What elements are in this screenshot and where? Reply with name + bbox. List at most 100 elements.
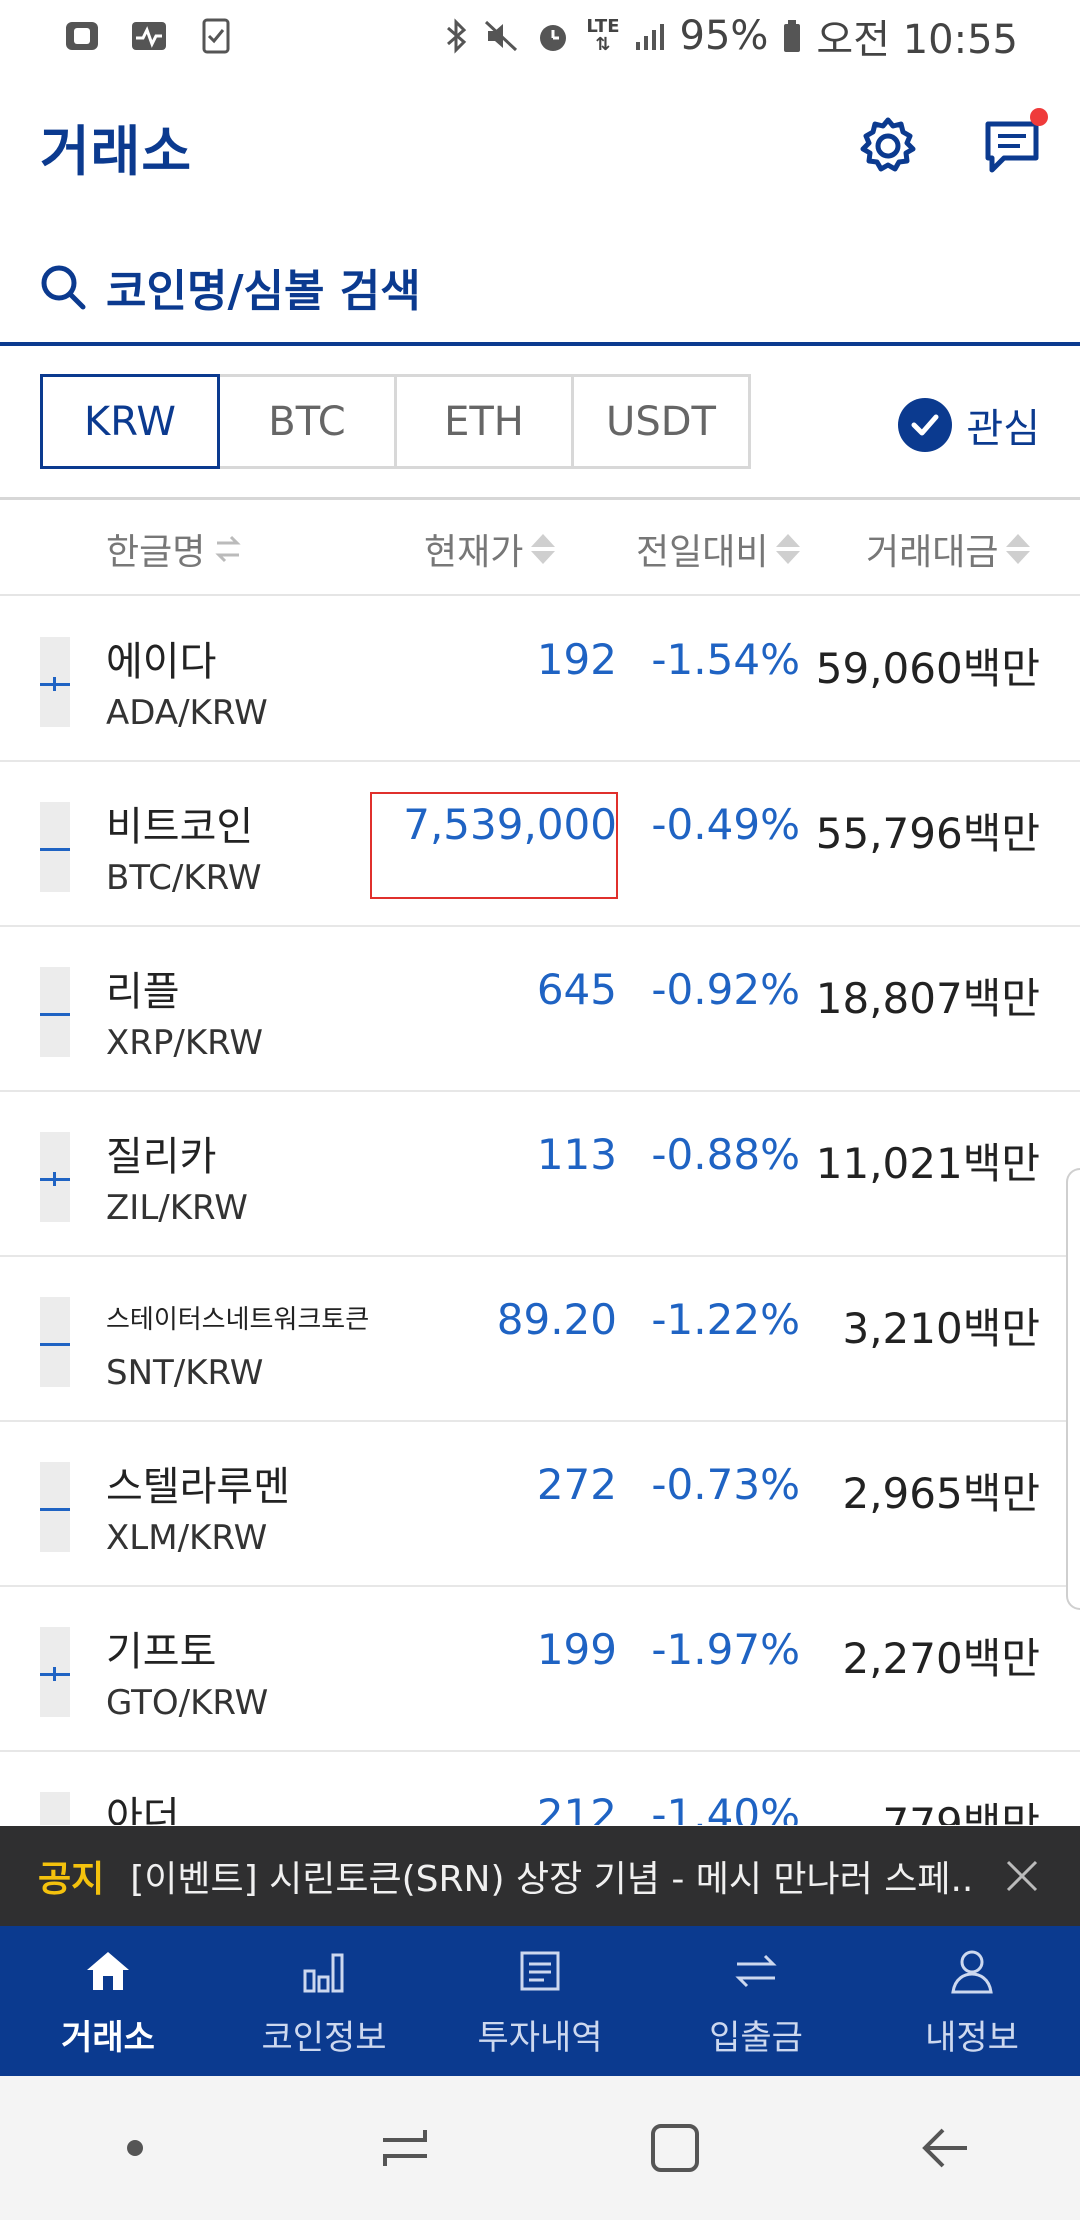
coin-volume: 779백만 <box>882 1799 1040 1825</box>
swap-sort-icon <box>215 535 241 563</box>
sort-by-change[interactable]: 전일대비 <box>636 502 801 596</box>
user-icon <box>945 1944 999 1998</box>
coin-change: -1.22% <box>651 1295 800 1344</box>
coin-pair: XRP/KRW <box>106 1023 264 1063</box>
bar-chart-icon <box>297 1944 351 1998</box>
column-headers: 한글명 현재가 전일대비 거래대금 <box>0 502 1080 596</box>
coin-pair: ZIL/KRW <box>106 1188 248 1228</box>
coin-price: 199 <box>536 1625 617 1674</box>
favorites-toggle[interactable]: 관심 <box>898 396 1040 454</box>
transfer-icon <box>729 1944 783 1998</box>
settings-button[interactable] <box>856 114 920 178</box>
document-icon <box>513 1944 567 1998</box>
status-bar: LTE ⇅ 95% 오전 10:55 <box>0 0 1080 72</box>
coin-pair: GTO/KRW <box>106 1683 269 1723</box>
checkmark-icon <box>898 398 953 452</box>
mini-candle-chart <box>40 1627 70 1717</box>
coin-volume: 3,210백만 <box>842 1304 1040 1353</box>
status-indicators: LTE ⇅ 95% 오전 10:55 <box>444 7 1018 65</box>
nav-deposit-withdraw[interactable]: 입출금 <box>648 1926 864 2076</box>
coin-row[interactable]: 기프토 GTO/KRW 199 -1.97% 2,270백만 <box>0 1587 1080 1752</box>
coin-pair: BTC/KRW <box>106 858 262 898</box>
mute-icon <box>484 18 520 54</box>
coin-row[interactable]: 스테이터스네트워크토큰 SNT/KRW 89.20 -1.22% 3,210백만 <box>0 1257 1080 1422</box>
app-header: 거래소 <box>0 72 1080 220</box>
coin-row[interactable]: 스텔라루멘 XLM/KRW 272 -0.73% 2,965백만 <box>0 1422 1080 1587</box>
column-volume-label: 거래대금 <box>866 532 999 573</box>
coin-row[interactable]: 질리카 ZIL/KRW 113 -0.88% 11,021백만 <box>0 1092 1080 1257</box>
tab-krw[interactable]: KRW <box>40 374 220 469</box>
coin-row[interactable]: 아더 212 -1.40% 779백만 <box>0 1752 1080 1825</box>
system-navigation-bar <box>0 2076 1080 2220</box>
favorites-label: 관심 <box>966 406 1040 452</box>
mini-candle-chart <box>40 967 70 1057</box>
market-tabs-row: KRW BTC ETH USDT 관심 <box>0 346 1080 500</box>
mini-candle-chart <box>40 802 70 892</box>
page-title: 거래소 <box>40 119 193 183</box>
coin-row[interactable]: 리플 XRP/KRW 645 -0.92% 18,807백만 <box>0 927 1080 1092</box>
mini-candle-chart <box>40 1792 70 1825</box>
notice-bar[interactable]: 공지 [이벤트] 시린토큰(SRN) 상장 기념 - 메시 만나러 스페... <box>0 1826 1080 1926</box>
back-button[interactable] <box>905 2108 985 2188</box>
tab-btc[interactable]: BTC <box>217 374 397 469</box>
coin-change: -1.54% <box>651 635 800 684</box>
bluetooth-icon <box>444 18 470 54</box>
coin-change: -0.92% <box>651 965 800 1014</box>
coin-price: 192 <box>536 635 617 684</box>
nav-my-info[interactable]: 내정보 <box>864 1926 1080 2076</box>
nav-label: 거래소 <box>61 2017 155 2058</box>
recent-apps-button[interactable] <box>365 2108 445 2188</box>
sort-by-volume[interactable]: 거래대금 <box>866 502 1031 596</box>
coin-volume: 2,965백만 <box>842 1469 1040 1518</box>
nav-label: 코인정보 <box>261 2017 387 2058</box>
coin-name: 질리카 <box>106 1134 217 1180</box>
square-home-icon <box>651 2124 699 2172</box>
alarm-icon <box>534 18 572 54</box>
coin-price: 272 <box>536 1460 617 1509</box>
tab-eth[interactable]: ETH <box>394 374 574 469</box>
nav-coin-info[interactable]: 코인정보 <box>216 1926 432 2076</box>
coin-name: 스텔라루멘 <box>106 1464 290 1510</box>
messages-button[interactable] <box>980 108 1048 178</box>
sort-arrows-icon <box>531 534 556 564</box>
sort-by-price[interactable]: 현재가 <box>424 502 556 596</box>
home-icon <box>81 1944 135 1998</box>
coin-price: 7,539,000 <box>403 800 617 849</box>
battery-percent: 95% <box>679 13 769 59</box>
coin-search-input[interactable]: 코인명/심볼 검색 <box>0 232 1080 346</box>
coin-row[interactable]: 에이다 ADA/KRW 192 -1.54% 59,060백만 <box>0 597 1080 762</box>
coin-volume: 2,270백만 <box>842 1634 1040 1683</box>
lte-icon: LTE ⇅ <box>586 16 620 55</box>
back-arrow-icon <box>922 2128 967 2168</box>
mini-candle-chart <box>40 637 70 727</box>
search-placeholder: 코인명/심볼 검색 <box>106 266 421 317</box>
coin-volume: 11,021백만 <box>815 1139 1040 1188</box>
nav-label: 투자내역 <box>477 2017 603 2058</box>
nav-label: 입출금 <box>709 2017 803 2058</box>
home-button[interactable] <box>635 2108 715 2188</box>
close-icon[interactable] <box>1002 1856 1042 1896</box>
tab-usdt[interactable]: USDT <box>571 374 751 469</box>
coin-row[interactable]: 비트코인 BTC/KRW 7,539,000 -0.49% 55,796백만 <box>0 762 1080 927</box>
column-change-label: 전일대비 <box>636 532 769 573</box>
nav-investments[interactable]: 투자내역 <box>432 1926 648 2076</box>
battery-icon <box>782 18 802 54</box>
sort-by-name[interactable]: 한글명 <box>106 502 243 596</box>
coin-change: -0.73% <box>651 1460 800 1509</box>
column-price-label: 현재가 <box>424 532 524 573</box>
bottom-navigation: 거래소 코인정보 투자내역 입출금 내정보 <box>0 1926 1080 2076</box>
market-tabs: KRW BTC ETH USDT <box>40 374 751 469</box>
sort-arrows-icon <box>1006 534 1031 564</box>
coin-list: 에이다 ADA/KRW 192 -1.54% 59,060백만 비트코인 BTC… <box>0 597 1080 1825</box>
settings-icon <box>860 117 916 172</box>
recent-apps-icon <box>383 2130 427 2166</box>
notice-text: [이벤트] 시린토큰(SRN) 상장 기념 - 메시 만나러 스페... <box>130 1859 971 1900</box>
coin-change: -1.97% <box>651 1625 800 1674</box>
coin-price: 89.20 <box>496 1295 617 1344</box>
coin-name: 에이다 <box>106 639 217 685</box>
nav-exchange[interactable]: 거래소 <box>0 1926 216 2076</box>
coin-price: 212 <box>536 1790 617 1825</box>
mini-candle-chart <box>40 1297 70 1387</box>
edge-panel-handle[interactable] <box>1066 1168 1080 1610</box>
system-dot-button[interactable] <box>95 2108 175 2188</box>
